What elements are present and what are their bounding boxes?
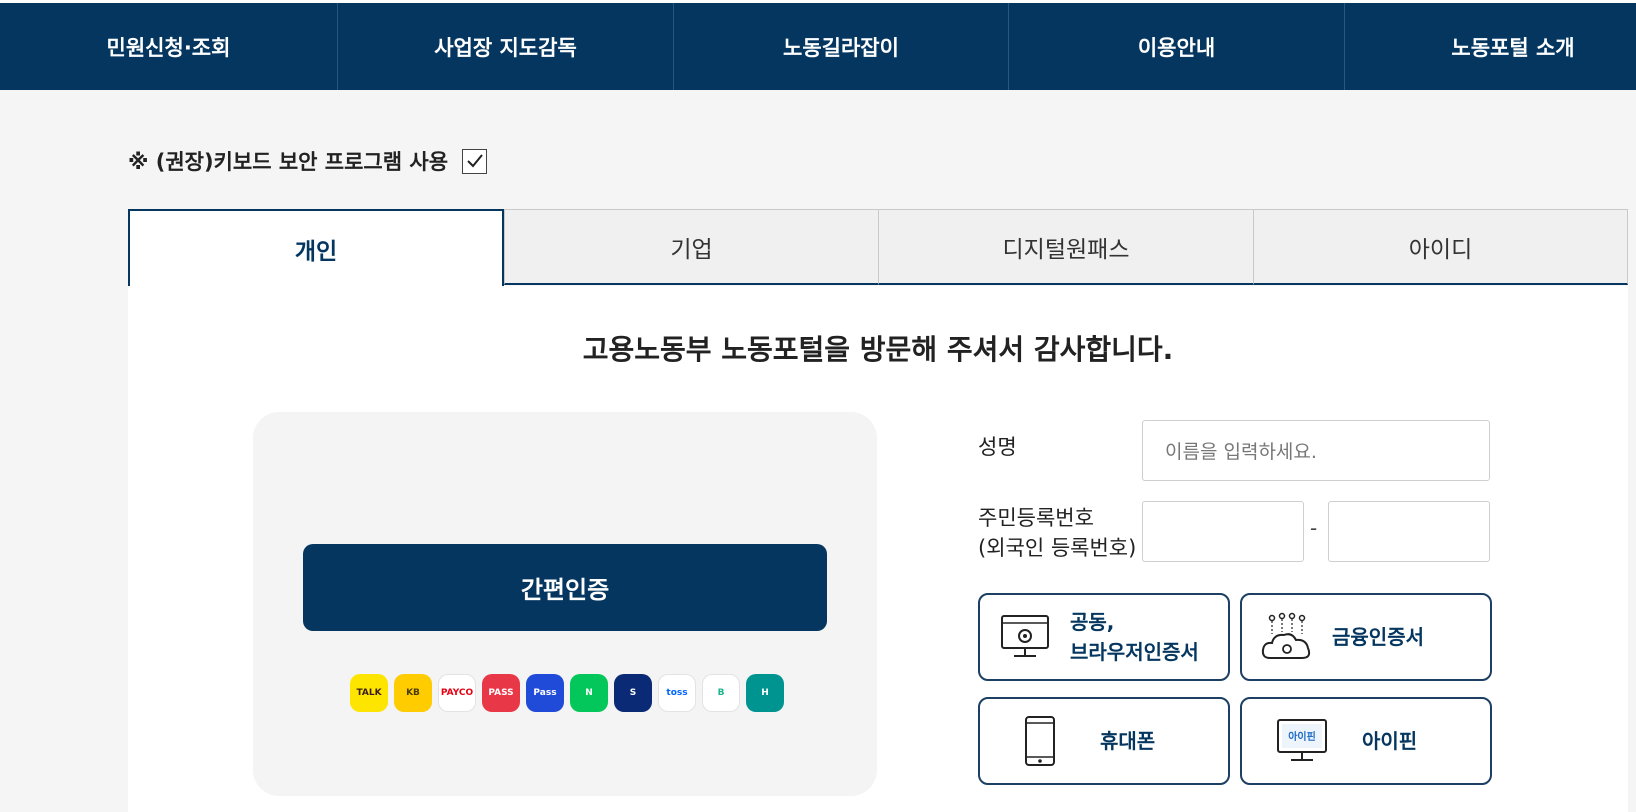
provider-pass-icon: PASS — [482, 674, 520, 712]
easy-auth-button[interactable]: 간편인증 — [303, 544, 827, 631]
tab-business[interactable]: 기업 — [504, 209, 879, 285]
checkmark-icon — [466, 154, 483, 168]
easy-auth-box: 간편인증 TALK KB PAYCO PASS Pass N Stoss B H — [253, 412, 877, 796]
login-type-tabs: 개인 기업 디지털원패스 아이디 — [128, 209, 1628, 287]
rrn-back-input[interactable] — [1328, 501, 1490, 562]
mobile-phone-button[interactable]: 휴대폰 — [978, 697, 1230, 785]
nav-item-usage-guide[interactable]: 이용안내 — [1009, 3, 1345, 90]
nav-item-portal-intro[interactable]: 노동포털 소개 — [1345, 3, 1636, 90]
keyboard-security-notice: ※ (권장)키보드 보안 프로그램 사용 — [128, 146, 488, 176]
provider-naver-icon: N — [570, 674, 608, 712]
computer-settings-icon — [1001, 615, 1049, 657]
provider-samsung-pass-icon: Pass — [526, 674, 564, 712]
provider-banksalad-icon: B — [702, 674, 740, 712]
rrn-dash: - — [1310, 516, 1318, 540]
joint-certificate-label-1: 공동, — [1070, 610, 1115, 634]
financial-certificate-label: 금융인증서 — [1332, 625, 1424, 649]
rrn-front-input[interactable] — [1142, 501, 1304, 562]
cloud-gear-icon — [1261, 612, 1311, 659]
top-navigation: 민원신청·조회 사업장 지도감독 노동길라잡이 이용안내 노동포털 소개 — [0, 0, 1636, 90]
tab-id[interactable]: 아이디 — [1253, 209, 1628, 285]
provider-kakao-icon: TALK — [350, 674, 388, 712]
provider-hana-icon: H — [746, 674, 784, 712]
tab-digital-onepass[interactable]: 디지털원패스 — [878, 209, 1254, 285]
joint-certificate-button[interactable]: 공동, 브라우저인증서 — [978, 593, 1230, 681]
name-input[interactable]: 이름을 입력하세요. — [1142, 420, 1490, 481]
rrn-label: 주민등록번호 (외국인 등록번호) — [978, 503, 1136, 563]
keyboard-security-checkbox[interactable] — [462, 148, 488, 174]
nav-item-civil-service[interactable]: 민원신청·조회 — [0, 3, 338, 90]
nav-item-workplace-inspection[interactable]: 사업장 지도감독 — [338, 3, 674, 90]
provider-toss-icon: toss — [658, 674, 696, 712]
mobile-phone-label: 휴대폰 — [1100, 729, 1156, 753]
rrn-label-line2: (외국인 등록번호) — [978, 536, 1137, 560]
name-label: 성명 — [978, 435, 1017, 459]
svg-text:아이핀: 아이핀 — [1288, 730, 1316, 743]
ipin-monitor-icon: 아이핀 — [1277, 719, 1327, 761]
keyboard-security-label: ※ (권장)키보드 보안 프로그램 사용 — [128, 150, 449, 174]
ipin-label: 아이핀 — [1362, 729, 1418, 753]
rrn-label-line1: 주민등록번호 — [978, 506, 1094, 530]
provider-kb-icon: KB — [394, 674, 432, 712]
nav-item-labor-guide[interactable]: 노동길라잡이 — [674, 3, 1009, 90]
welcome-message: 고용노동부 노동포털을 방문해 주셔서 감사합니다. — [582, 333, 1174, 366]
mobile-phone-icon — [1025, 716, 1055, 766]
easy-auth-providers: TALK KB PAYCO PASS Pass N Stoss B H — [350, 674, 784, 712]
financial-certificate-button[interactable]: 금융인증서 — [1240, 593, 1492, 681]
provider-shinhan-icon: S — [614, 674, 652, 712]
login-panel: 고용노동부 노동포털을 방문해 주셔서 감사합니다. 간편인증 TALK KB PA… — [128, 286, 1628, 812]
tab-individual[interactable]: 개인 — [128, 209, 504, 287]
provider-payco-icon: PAYCO — [438, 674, 476, 712]
ipin-button[interactable]: 아이핀 아이핀 — [1240, 697, 1492, 785]
joint-certificate-label-2: 브라우저인증서 — [1070, 640, 1199, 664]
